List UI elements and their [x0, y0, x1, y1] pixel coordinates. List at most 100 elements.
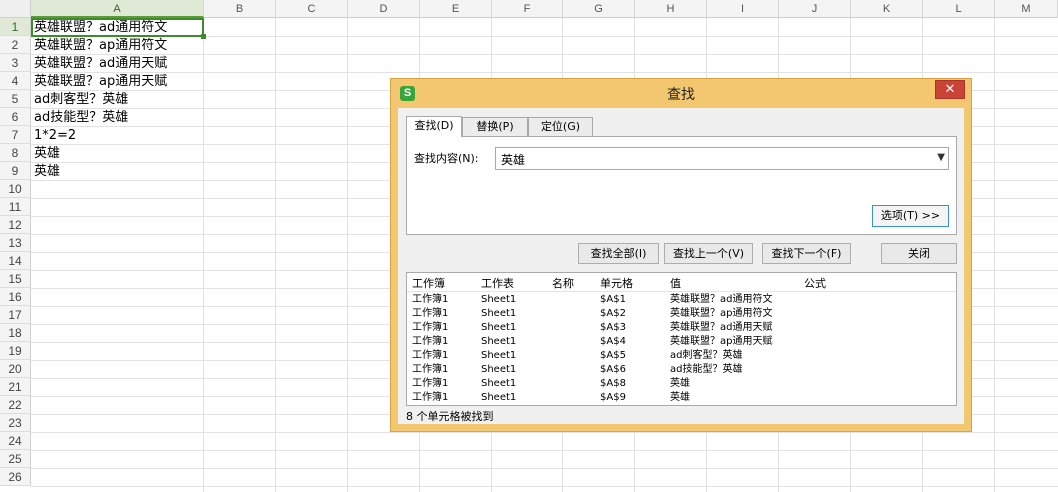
column-header-i[interactable]: I: [707, 0, 779, 18]
row-header-6[interactable]: 6: [0, 108, 31, 126]
row-header-14[interactable]: 14: [0, 252, 31, 270]
fill-handle[interactable]: [201, 34, 206, 39]
find-previous-button[interactable]: 查找上一个(V): [664, 243, 753, 264]
column-header-k[interactable]: K: [851, 0, 923, 18]
row-header-18[interactable]: 18: [0, 324, 31, 342]
row-header-3[interactable]: 3: [0, 54, 31, 72]
result-workbook: 工作簿1: [412, 322, 449, 333]
column-header-b[interactable]: B: [204, 0, 276, 18]
row-header-10[interactable]: 10: [0, 180, 31, 198]
column-header-j[interactable]: J: [779, 0, 851, 18]
row-header-8[interactable]: 8: [0, 144, 31, 162]
row-header-1[interactable]: 1: [0, 18, 31, 36]
row-header-4[interactable]: 4: [0, 72, 31, 90]
column-header-c[interactable]: C: [276, 0, 348, 18]
column-header-e[interactable]: E: [420, 0, 492, 18]
result-workbook: 工作簿1: [412, 294, 449, 305]
close-button[interactable]: 关闭: [881, 243, 957, 264]
select-all-corner[interactable]: [0, 0, 31, 18]
result-cell: $A$1: [600, 294, 626, 305]
results-list[interactable]: 工作簿 工作表 名称 单元格 值 公式 工作簿1 Sheet1 $A$1 英雄联盟？a…: [406, 272, 957, 406]
find-dialog: S 查找 ✕ 查找(D) 替换(P) 定位(G) 查找内容(N): 英雄 ▼ 选…: [390, 78, 972, 432]
header-formula[interactable]: 公式: [804, 275, 826, 291]
result-worksheet: Sheet1: [481, 322, 517, 333]
column-header-a[interactable]: A: [31, 0, 204, 18]
grid-line-horizontal: [31, 72, 1058, 73]
cell-a2[interactable]: 英雄联盟？ap通用符文: [34, 37, 167, 55]
result-cell: $A$8: [600, 378, 626, 389]
row-header-21[interactable]: 21: [0, 378, 31, 396]
result-row[interactable]: 工作簿1 Sheet1 $A$8 英雄: [407, 377, 956, 391]
result-cell: $A$2: [600, 308, 626, 319]
result-row[interactable]: 工作簿1 Sheet1 $A$2 英雄联盟？ap通用符文: [407, 307, 956, 321]
cell-a4[interactable]: 英雄联盟？ap通用天赋: [34, 73, 167, 91]
result-row[interactable]: 工作簿1 Sheet1 $A$6 ad技能型？英雄: [407, 363, 956, 377]
result-workbook: 工作簿1: [412, 308, 449, 319]
cell-a6[interactable]: ad技能型？英雄: [34, 109, 128, 127]
row-header-17[interactable]: 17: [0, 306, 31, 324]
column-header-m[interactable]: M: [995, 0, 1058, 18]
cell-a5[interactable]: ad刺客型？英雄: [34, 91, 128, 109]
row-header-9[interactable]: 9: [0, 162, 31, 180]
result-row[interactable]: 工作簿1 Sheet1 $A$9 英雄: [407, 391, 956, 405]
header-worksheet[interactable]: 工作表: [481, 275, 514, 291]
grid-line-horizontal: [31, 54, 1058, 55]
find-next-button[interactable]: 查找下一个(F): [762, 243, 851, 264]
row-header-22[interactable]: 22: [0, 396, 31, 414]
result-value: ad刺客型？英雄: [670, 350, 743, 361]
row-header-26[interactable]: 26: [0, 468, 31, 486]
result-cell: $A$4: [600, 336, 626, 347]
find-content-input[interactable]: 英雄 ▼: [495, 147, 949, 170]
options-button[interactable]: 选项(T) >>: [872, 205, 949, 227]
tab-find[interactable]: 查找(D): [406, 116, 462, 137]
dialog-titlebar[interactable]: S 查找 ✕: [391, 79, 971, 107]
column-header-f[interactable]: F: [492, 0, 563, 18]
find-content-value: 英雄: [501, 153, 526, 167]
header-cell[interactable]: 单元格: [600, 275, 633, 291]
dialog-title: 查找: [667, 87, 695, 103]
row-header-11[interactable]: 11: [0, 198, 31, 216]
find-content-label: 查找内容(N):: [414, 152, 479, 165]
result-row[interactable]: 工作簿1 Sheet1 $A$4 英雄联盟？ap通用天赋: [407, 335, 956, 349]
tab-goto[interactable]: 定位(G): [528, 117, 593, 136]
tab-replace[interactable]: 替换(P): [462, 117, 528, 136]
cell-a3[interactable]: 英雄联盟？ad通用天赋: [34, 55, 167, 73]
row-header-25[interactable]: 25: [0, 450, 31, 468]
row-header-12[interactable]: 12: [0, 216, 31, 234]
chevron-down-icon[interactable]: ▼: [937, 152, 945, 163]
cell-a7[interactable]: 1*2=2: [34, 127, 76, 145]
row-header-15[interactable]: 15: [0, 270, 31, 288]
row-header-19[interactable]: 19: [0, 342, 31, 360]
row-header-2[interactable]: 2: [0, 36, 31, 54]
row-header-13[interactable]: 13: [0, 234, 31, 252]
cell-selection-box: [31, 18, 204, 37]
result-value: ad技能型？英雄: [670, 364, 743, 375]
result-row[interactable]: 工作簿1 Sheet1 $A$1 英雄联盟？ad通用符文: [407, 293, 956, 307]
result-row[interactable]: 工作簿1 Sheet1 $A$3 英雄联盟？ad通用天赋: [407, 321, 956, 335]
row-header-20[interactable]: 20: [0, 360, 31, 378]
close-icon[interactable]: ✕: [935, 80, 965, 99]
result-cell: $A$5: [600, 350, 626, 361]
result-row[interactable]: 工作簿1 Sheet1 $A$5 ad刺客型？英雄: [407, 349, 956, 363]
row-header-5[interactable]: 5: [0, 90, 31, 108]
cell-a8[interactable]: 英雄: [34, 145, 60, 163]
column-header-h[interactable]: H: [635, 0, 707, 18]
result-worksheet: Sheet1: [481, 364, 517, 375]
row-header-7[interactable]: 7: [0, 126, 31, 144]
header-workbook[interactable]: 工作簿: [412, 275, 445, 291]
header-name[interactable]: 名称: [552, 275, 574, 291]
find-all-button[interactable]: 查找全部(I): [578, 243, 659, 264]
column-header-d[interactable]: D: [348, 0, 420, 18]
result-workbook: 工作簿1: [412, 392, 449, 403]
column-header-l[interactable]: L: [923, 0, 995, 18]
header-value[interactable]: 值: [670, 275, 681, 291]
row-header-24[interactable]: 24: [0, 432, 31, 450]
row-header-23[interactable]: 23: [0, 414, 31, 432]
result-workbook: 工作簿1: [412, 336, 449, 347]
results-header: 工作簿 工作表 名称 单元格 值 公式: [407, 273, 956, 292]
result-worksheet: Sheet1: [481, 294, 517, 305]
result-cell: $A$6: [600, 364, 626, 375]
column-header-g[interactable]: G: [563, 0, 635, 18]
row-header-16[interactable]: 16: [0, 288, 31, 306]
cell-a9[interactable]: 英雄: [34, 163, 60, 181]
